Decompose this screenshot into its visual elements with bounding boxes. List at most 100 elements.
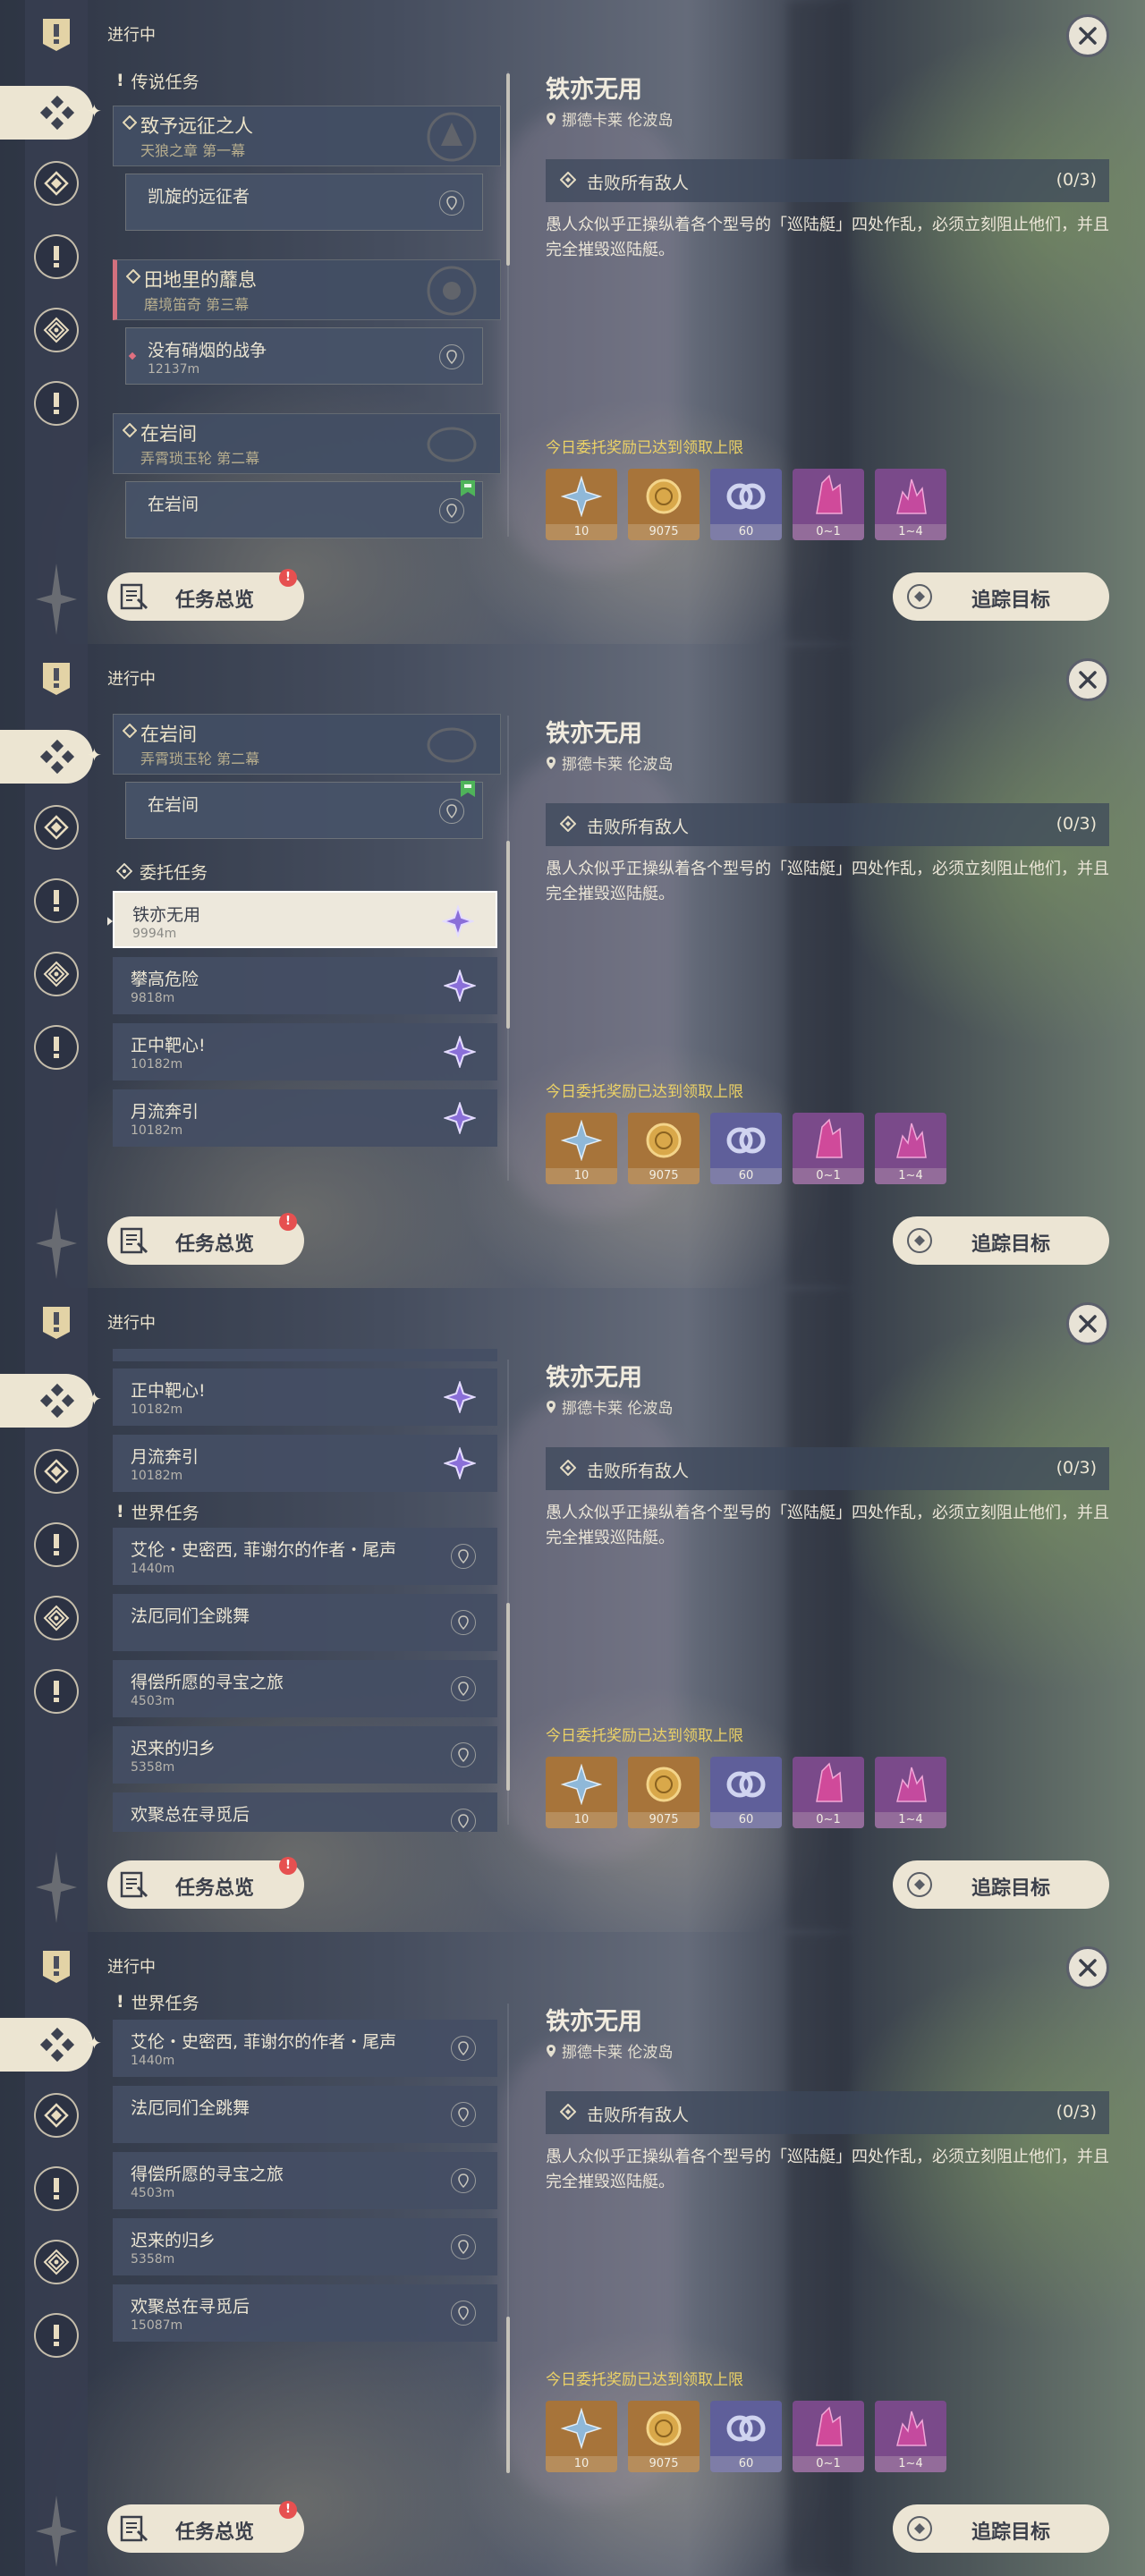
detail-location: 挪德卡莱 伦波岛 bbox=[546, 1395, 673, 1418]
close-button[interactable] bbox=[1066, 14, 1109, 57]
commission-card[interactable]: 正中靶心! 10182m bbox=[113, 1368, 497, 1426]
reward-adventure-exp[interactable]: 10 bbox=[546, 2401, 617, 2472]
track-target-button[interactable]: 追踪目标 bbox=[893, 1860, 1109, 1909]
list-scrollbar[interactable] bbox=[506, 841, 510, 1029]
reward-companionship[interactable]: 60 bbox=[710, 1757, 782, 1828]
objective-count: (0/3) bbox=[1056, 814, 1097, 834]
track-icon bbox=[907, 584, 932, 609]
quest-group[interactable]: 在岩间 弄霄琐玉轮 第二幕 bbox=[113, 413, 501, 474]
reward-mora[interactable]: 9075 bbox=[628, 469, 700, 540]
quest-overview-button[interactable]: 任务总览 ! bbox=[107, 2501, 304, 2553]
reward-crystal-ore[interactable]: 0~1 bbox=[793, 1757, 864, 1828]
reward-adventure-exp[interactable]: 10 bbox=[546, 1757, 617, 1828]
location-pin-icon bbox=[451, 1610, 476, 1635]
quest-card[interactable]: 在岩间 bbox=[125, 781, 483, 839]
reward-list: 10 9075 60 0~1 1~4 bbox=[546, 2401, 946, 2472]
reward-adventure-exp[interactable]: 10 bbox=[546, 1113, 617, 1184]
rail-tab-misc[interactable] bbox=[34, 1669, 79, 1714]
close-button[interactable] bbox=[1066, 1302, 1109, 1345]
rail-tab-world[interactable] bbox=[34, 234, 79, 279]
commission-card[interactable]: 月流奔引 10182m bbox=[113, 1435, 497, 1492]
reward-companionship[interactable]: 60 bbox=[710, 469, 782, 540]
rail-tab-commission[interactable] bbox=[34, 952, 79, 996]
rail-tab-all[interactable] bbox=[0, 2018, 93, 2072]
reward-count: 10 bbox=[546, 1812, 617, 1828]
quest-group[interactable]: 致予远征之人 天狼之章 第一幕 bbox=[113, 106, 501, 166]
rail-tab-archon[interactable] bbox=[34, 161, 79, 206]
world-quest-card[interactable]: 得偿所愿的寻宝之旅 4503m bbox=[113, 2152, 497, 2209]
quest-card[interactable]: 没有硝烟的战争 12137m bbox=[125, 327, 483, 385]
world-quest-card[interactable]: 迟来的归乡 5358m bbox=[113, 2218, 497, 2275]
section-legend-label: 传说任务 bbox=[131, 72, 199, 92]
track-target-button[interactable]: 追踪目标 bbox=[893, 2504, 1109, 2553]
reward-crystal-chunk[interactable]: 1~4 bbox=[875, 1113, 946, 1184]
track-target-button[interactable]: 追踪目标 bbox=[893, 1216, 1109, 1265]
reward-count: 0~1 bbox=[793, 1168, 864, 1184]
reward-crystal-ore[interactable]: 0~1 bbox=[793, 2401, 864, 2472]
rail-tab-all[interactable] bbox=[0, 730, 93, 784]
quest-list: ! 传说任务 致予远征之人 天狼之章 第一幕 凯旋的远征者 田地里的蘼息 磨境笛奇… bbox=[107, 61, 501, 544]
rail-tab-commission[interactable] bbox=[34, 2240, 79, 2284]
reward-crystal-ore[interactable]: 0~1 bbox=[793, 469, 864, 540]
close-button[interactable] bbox=[1066, 1946, 1109, 1989]
reward-crystal-ore[interactable]: 0~1 bbox=[793, 1113, 864, 1184]
reward-count: 1~4 bbox=[875, 524, 946, 540]
quest-overview-button[interactable]: 任务总览 ! bbox=[107, 569, 304, 621]
reward-mora[interactable]: 9075 bbox=[628, 1113, 700, 1184]
reward-crystal-chunk[interactable]: 1~4 bbox=[875, 1757, 946, 1828]
world-quest-card[interactable]: 法厄同们全跳舞 bbox=[113, 2086, 497, 2143]
close-button[interactable] bbox=[1066, 658, 1109, 701]
mora-coin-icon bbox=[646, 1767, 682, 1802]
reward-mora[interactable]: 9075 bbox=[628, 2401, 700, 2472]
reward-adventure-exp[interactable]: 10 bbox=[546, 469, 617, 540]
quest-card[interactable]: 在岩间 bbox=[125, 480, 483, 538]
reward-crystal-chunk[interactable]: 1~4 bbox=[875, 469, 946, 540]
location-pin-icon bbox=[451, 2301, 476, 2326]
reward-crystal-chunk[interactable]: 1~4 bbox=[875, 2401, 946, 2472]
quest-card[interactable]: 凯旋的远征者 bbox=[125, 174, 483, 231]
rail-tab-world[interactable] bbox=[34, 2166, 79, 2211]
rail-tab-commission[interactable] bbox=[34, 1596, 79, 1640]
active-star-icon: ✦ bbox=[87, 2032, 102, 2054]
list-scrollbar[interactable] bbox=[506, 2317, 510, 2473]
quest-distance: 1440m bbox=[131, 2054, 175, 2068]
list-scrollbar[interactable] bbox=[506, 73, 510, 266]
rail-tab-misc[interactable] bbox=[34, 381, 79, 426]
commission-card-selected[interactable]: 铁亦无用 9994m bbox=[107, 891, 497, 948]
notification-badge: ! bbox=[279, 1857, 297, 1875]
quest-group[interactable]: 在岩间 弄霄琐玉轮 第二幕 bbox=[113, 714, 501, 775]
rail-tab-archon[interactable] bbox=[34, 1449, 79, 1494]
quest-overview-button[interactable]: 任务总览 ! bbox=[107, 1857, 304, 1909]
rail-tab-world[interactable] bbox=[34, 1522, 79, 1567]
world-quest-card[interactable]: 艾伦・史密西, 菲谢尔的作者・尾声 1440m bbox=[113, 2020, 497, 2077]
rail-tab-all[interactable] bbox=[0, 86, 93, 140]
commission-star-icon bbox=[444, 1102, 476, 1134]
quest-distance: 4503m bbox=[131, 1694, 175, 1708]
rail-tab-world[interactable] bbox=[34, 878, 79, 923]
rail-tab-archon[interactable] bbox=[34, 2093, 79, 2138]
commission-card-partial[interactable]: 7818m bbox=[113, 1349, 497, 1361]
commission-card[interactable]: 月流奔引 10182m bbox=[113, 1089, 497, 1147]
world-quest-card[interactable]: 欢聚总在寻觅后 bbox=[113, 1792, 497, 1832]
reward-companionship[interactable]: 60 bbox=[710, 2401, 782, 2472]
world-quest-card[interactable]: 得偿所愿的寻宝之旅 4503m bbox=[113, 1660, 497, 1717]
rail-tab-misc[interactable] bbox=[34, 1025, 79, 1070]
objective-diamond-icon bbox=[560, 816, 576, 832]
rail-tab-misc[interactable] bbox=[34, 2313, 79, 2358]
track-target-button[interactable]: 追踪目标 bbox=[893, 572, 1109, 621]
reward-mora[interactable]: 9075 bbox=[628, 1757, 700, 1828]
rail-tab-archon[interactable] bbox=[34, 805, 79, 850]
rail-tab-all[interactable] bbox=[0, 1374, 93, 1428]
commission-card[interactable]: 攀高危险 9818m bbox=[113, 957, 497, 1014]
rail-tab-commission[interactable] bbox=[34, 308, 79, 352]
commission-card[interactable]: 正中靶心! 10182m bbox=[113, 1023, 497, 1080]
reward-companionship[interactable]: 60 bbox=[710, 1113, 782, 1184]
world-quest-card[interactable]: 迟来的归乡 5358m bbox=[113, 1726, 497, 1784]
world-quest-card[interactable]: 艾伦・史密西, 菲谢尔的作者・尾声 1440m bbox=[113, 1528, 497, 1585]
quest-overview-button[interactable]: 任务总览 ! bbox=[107, 1213, 304, 1265]
quest-group-tracked[interactable]: 田地里的蘼息 磨境笛奇 第三幕 bbox=[113, 259, 501, 320]
world-quest-card[interactable]: 法厄同们全跳舞 bbox=[113, 1594, 497, 1651]
track-icon bbox=[907, 2516, 932, 2541]
list-scrollbar[interactable] bbox=[506, 1603, 510, 1791]
world-quest-card[interactable]: 欢聚总在寻觅后 15087m bbox=[113, 2284, 497, 2342]
